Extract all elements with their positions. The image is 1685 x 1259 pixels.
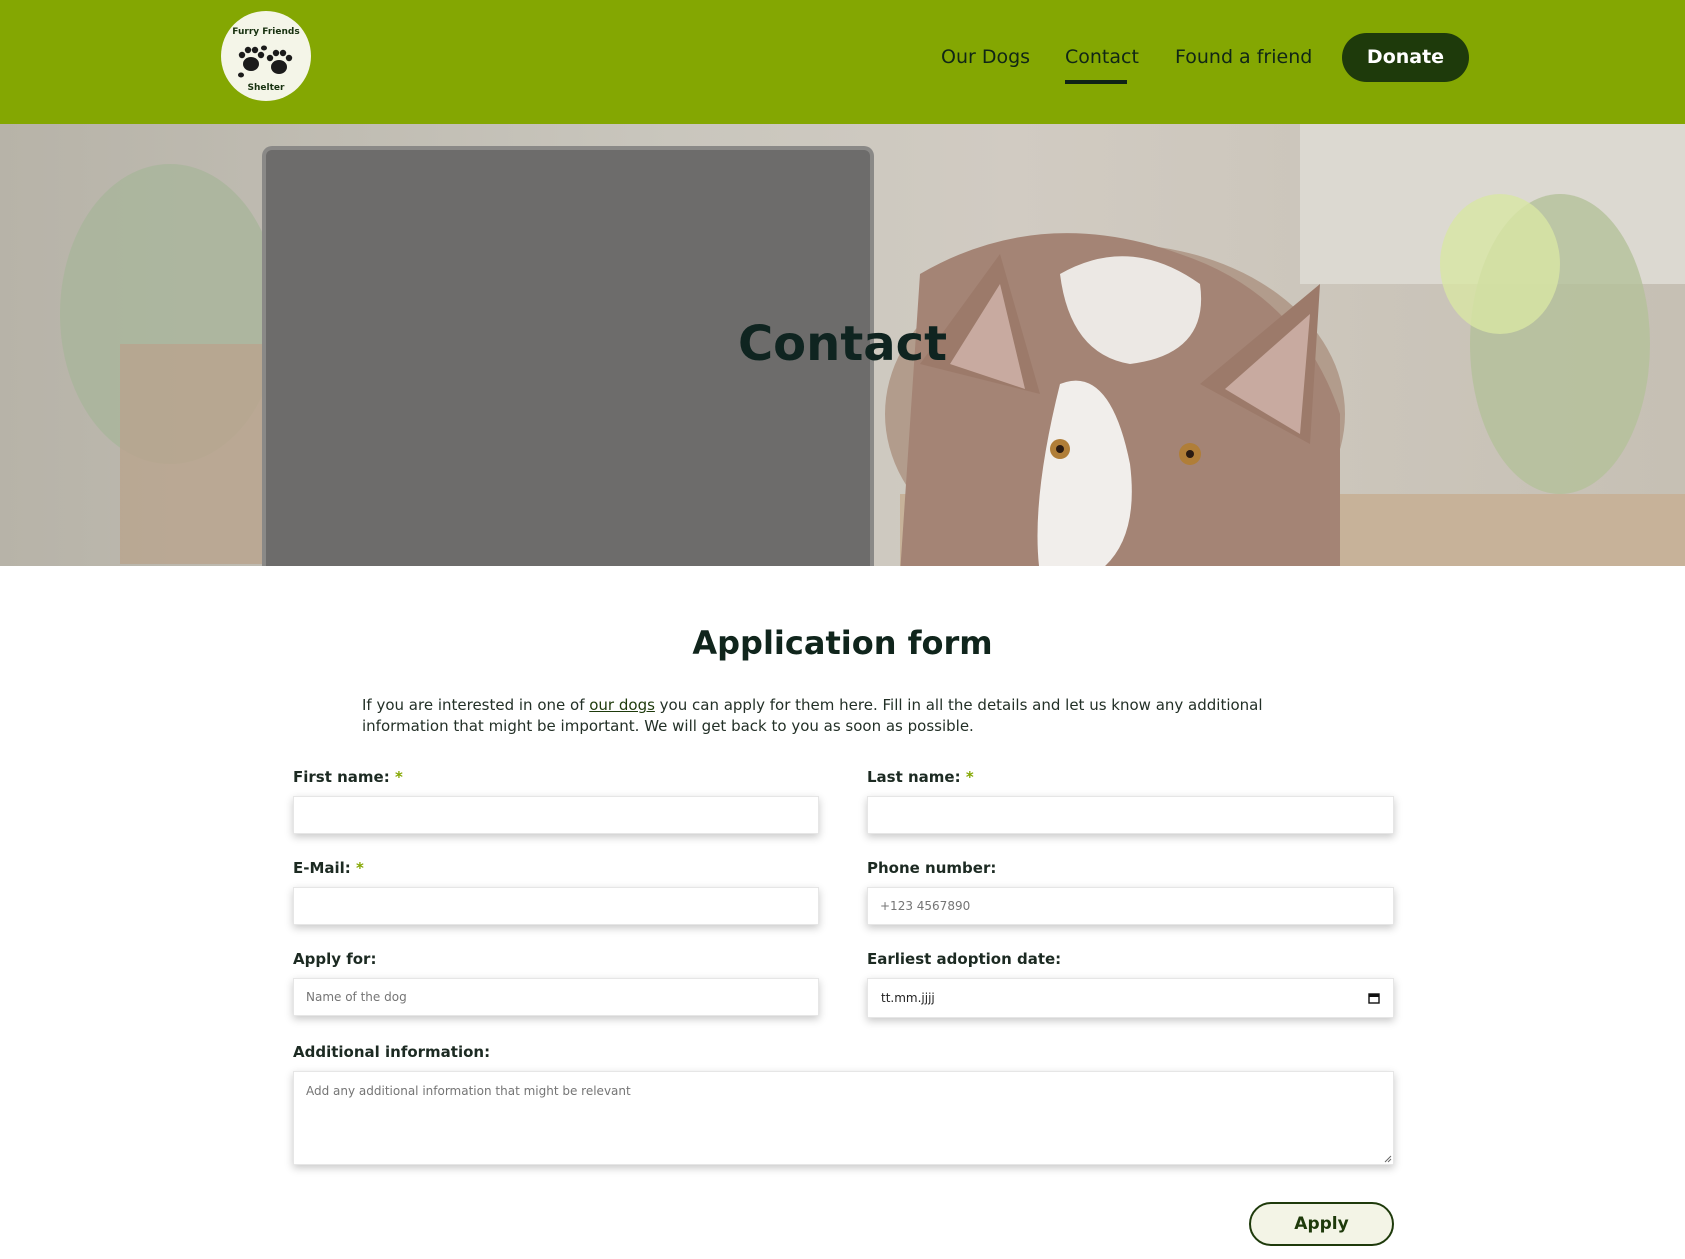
hero-plant-leaf [1440,194,1560,334]
last-name-label: Last name: * [867,768,974,786]
calendar-icon[interactable] [1368,992,1380,1004]
label-text: Last name: [867,768,961,786]
required-mark: * [356,859,364,877]
apply-for-input[interactable] [293,978,819,1016]
form-title: Application form [692,624,993,662]
site-header: Furry Friends Shelter Our Dogs Contact F… [0,0,1685,124]
form-intro: If you are interested in one of our dogs… [362,695,1322,737]
nav-found-a-friend[interactable]: Found a friend [1175,46,1312,68]
required-mark: * [965,768,974,786]
required-mark: * [394,768,403,786]
our-dogs-link[interactable]: our dogs [589,696,655,714]
email-label: E-Mail: * [293,859,364,877]
logo[interactable]: Furry Friends Shelter [221,11,311,101]
page-title: Contact [737,316,948,372]
date-placeholder: tt.mm.jjjj [881,991,935,1005]
phone-input[interactable] [867,887,1394,925]
adoption-date-label: Earliest adoption date: [867,950,1062,968]
label-text: E-Mail: [293,859,351,877]
donate-button[interactable]: Donate [1342,33,1469,82]
logo-text-top: Furry Friends [232,27,300,37]
phone-label: Phone number: [867,859,997,877]
hero-banner: Contact [0,124,1685,566]
paw-prints-icon [238,45,293,78]
apply-button[interactable]: Apply [1249,1202,1394,1246]
resize-handle-icon[interactable] [1384,1155,1392,1163]
nav-contact[interactable]: Contact [1065,46,1139,68]
nav-our-dogs[interactable]: Our Dogs [941,46,1030,68]
nav-active-underline [1065,80,1127,84]
additional-info-label: Additional information: [293,1043,491,1061]
first-name-input[interactable] [293,796,819,834]
apply-for-label: Apply for: [293,950,377,968]
hero-plant-pot [120,344,270,564]
additional-info-textarea[interactable] [293,1071,1394,1165]
logo-text-bottom: Shelter [247,83,285,93]
intro-text: If you are interested in one of [362,696,590,714]
hero-dog-image [885,233,1345,566]
first-name-label: First name: * [293,768,403,786]
adoption-date-input[interactable]: tt.mm.jjjj [867,978,1394,1018]
label-text: First name: [293,768,390,786]
last-name-input[interactable] [867,796,1394,834]
email-input[interactable] [293,887,819,925]
